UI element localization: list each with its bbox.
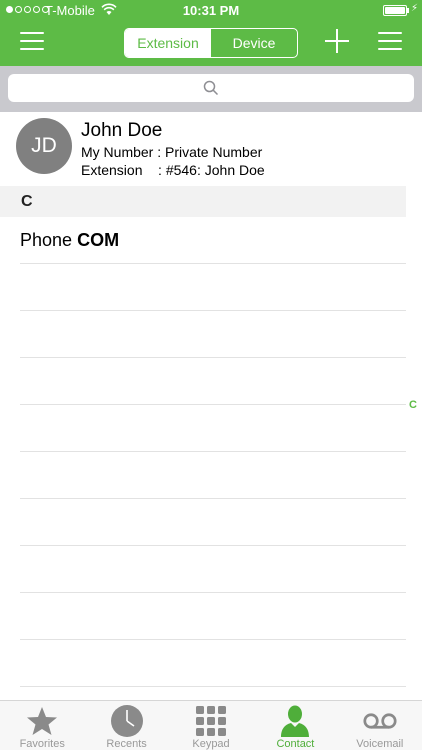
keypad-icon: [194, 705, 228, 737]
charging-icon: ⚡: [411, 3, 419, 14]
status-bar: T-Mobile 10:31 PM ⚡: [0, 0, 422, 22]
star-icon: [25, 705, 59, 737]
menu-icon[interactable]: [378, 32, 402, 52]
list-separator-row: [20, 593, 406, 640]
my-number-line: My Number : Private Number: [81, 144, 263, 160]
list-separator-row: [20, 546, 406, 593]
contact-first-name: Phone: [20, 230, 73, 250]
search-input[interactable]: [8, 74, 414, 102]
plus-icon[interactable]: [325, 29, 349, 53]
contact-row[interactable]: Phone COM: [20, 217, 406, 264]
list-separator-row: [20, 640, 406, 687]
clock-icon: [110, 705, 144, 737]
battery-tip: [407, 8, 409, 13]
contact-last-name: COM: [77, 230, 120, 250]
section-letter: C: [21, 193, 33, 210]
search-bar: [0, 66, 422, 112]
my-contact-card[interactable]: JD John Doe My Number : Private Number E…: [0, 112, 422, 186]
contact-name: Phone COM: [20, 230, 119, 251]
tab-label: Keypad: [192, 738, 230, 750]
extension-device-segmented-control: Extension Device: [124, 28, 298, 58]
voicemail-icon: [363, 705, 397, 737]
menu-icon[interactable]: [20, 32, 44, 52]
extension-line: Extension : #546: John Doe: [81, 162, 265, 178]
tab-label: Recents: [106, 738, 147, 750]
tab-voicemail[interactable]: Voicemail: [338, 701, 422, 750]
tab-label: Favorites: [19, 738, 65, 750]
battery-icon: [383, 5, 407, 16]
list-separator-row: [20, 405, 406, 452]
tab-contact[interactable]: Contact: [253, 701, 337, 750]
tab-keypad[interactable]: Keypad: [169, 701, 253, 750]
empty-list-rows: [20, 264, 406, 687]
person-icon: [278, 705, 312, 737]
section-header: C: [0, 186, 406, 217]
list-separator-row: [20, 358, 406, 405]
section-index-letter[interactable]: C: [409, 399, 417, 411]
search-icon: [203, 80, 219, 96]
segment-device[interactable]: Device: [211, 29, 297, 57]
segment-extension[interactable]: Extension: [125, 29, 211, 57]
my-name: John Doe: [81, 120, 163, 141]
list-separator-row: [20, 264, 406, 311]
tab-bar: Favorites Recents Keypad Contact Voicema…: [0, 700, 422, 750]
tab-recents[interactable]: Recents: [84, 701, 168, 750]
list-separator-row: [20, 452, 406, 499]
tab-favorites[interactable]: Favorites: [0, 701, 84, 750]
avatar: JD: [16, 118, 72, 174]
tab-label: Contact: [276, 738, 315, 750]
status-time: 10:31 PM: [182, 3, 240, 18]
tab-label: Voicemail: [356, 738, 404, 750]
header-bar: T-Mobile 10:31 PM ⚡ Extension Device: [0, 0, 422, 66]
list-separator-row: [20, 311, 406, 358]
list-separator-row: [20, 499, 406, 546]
